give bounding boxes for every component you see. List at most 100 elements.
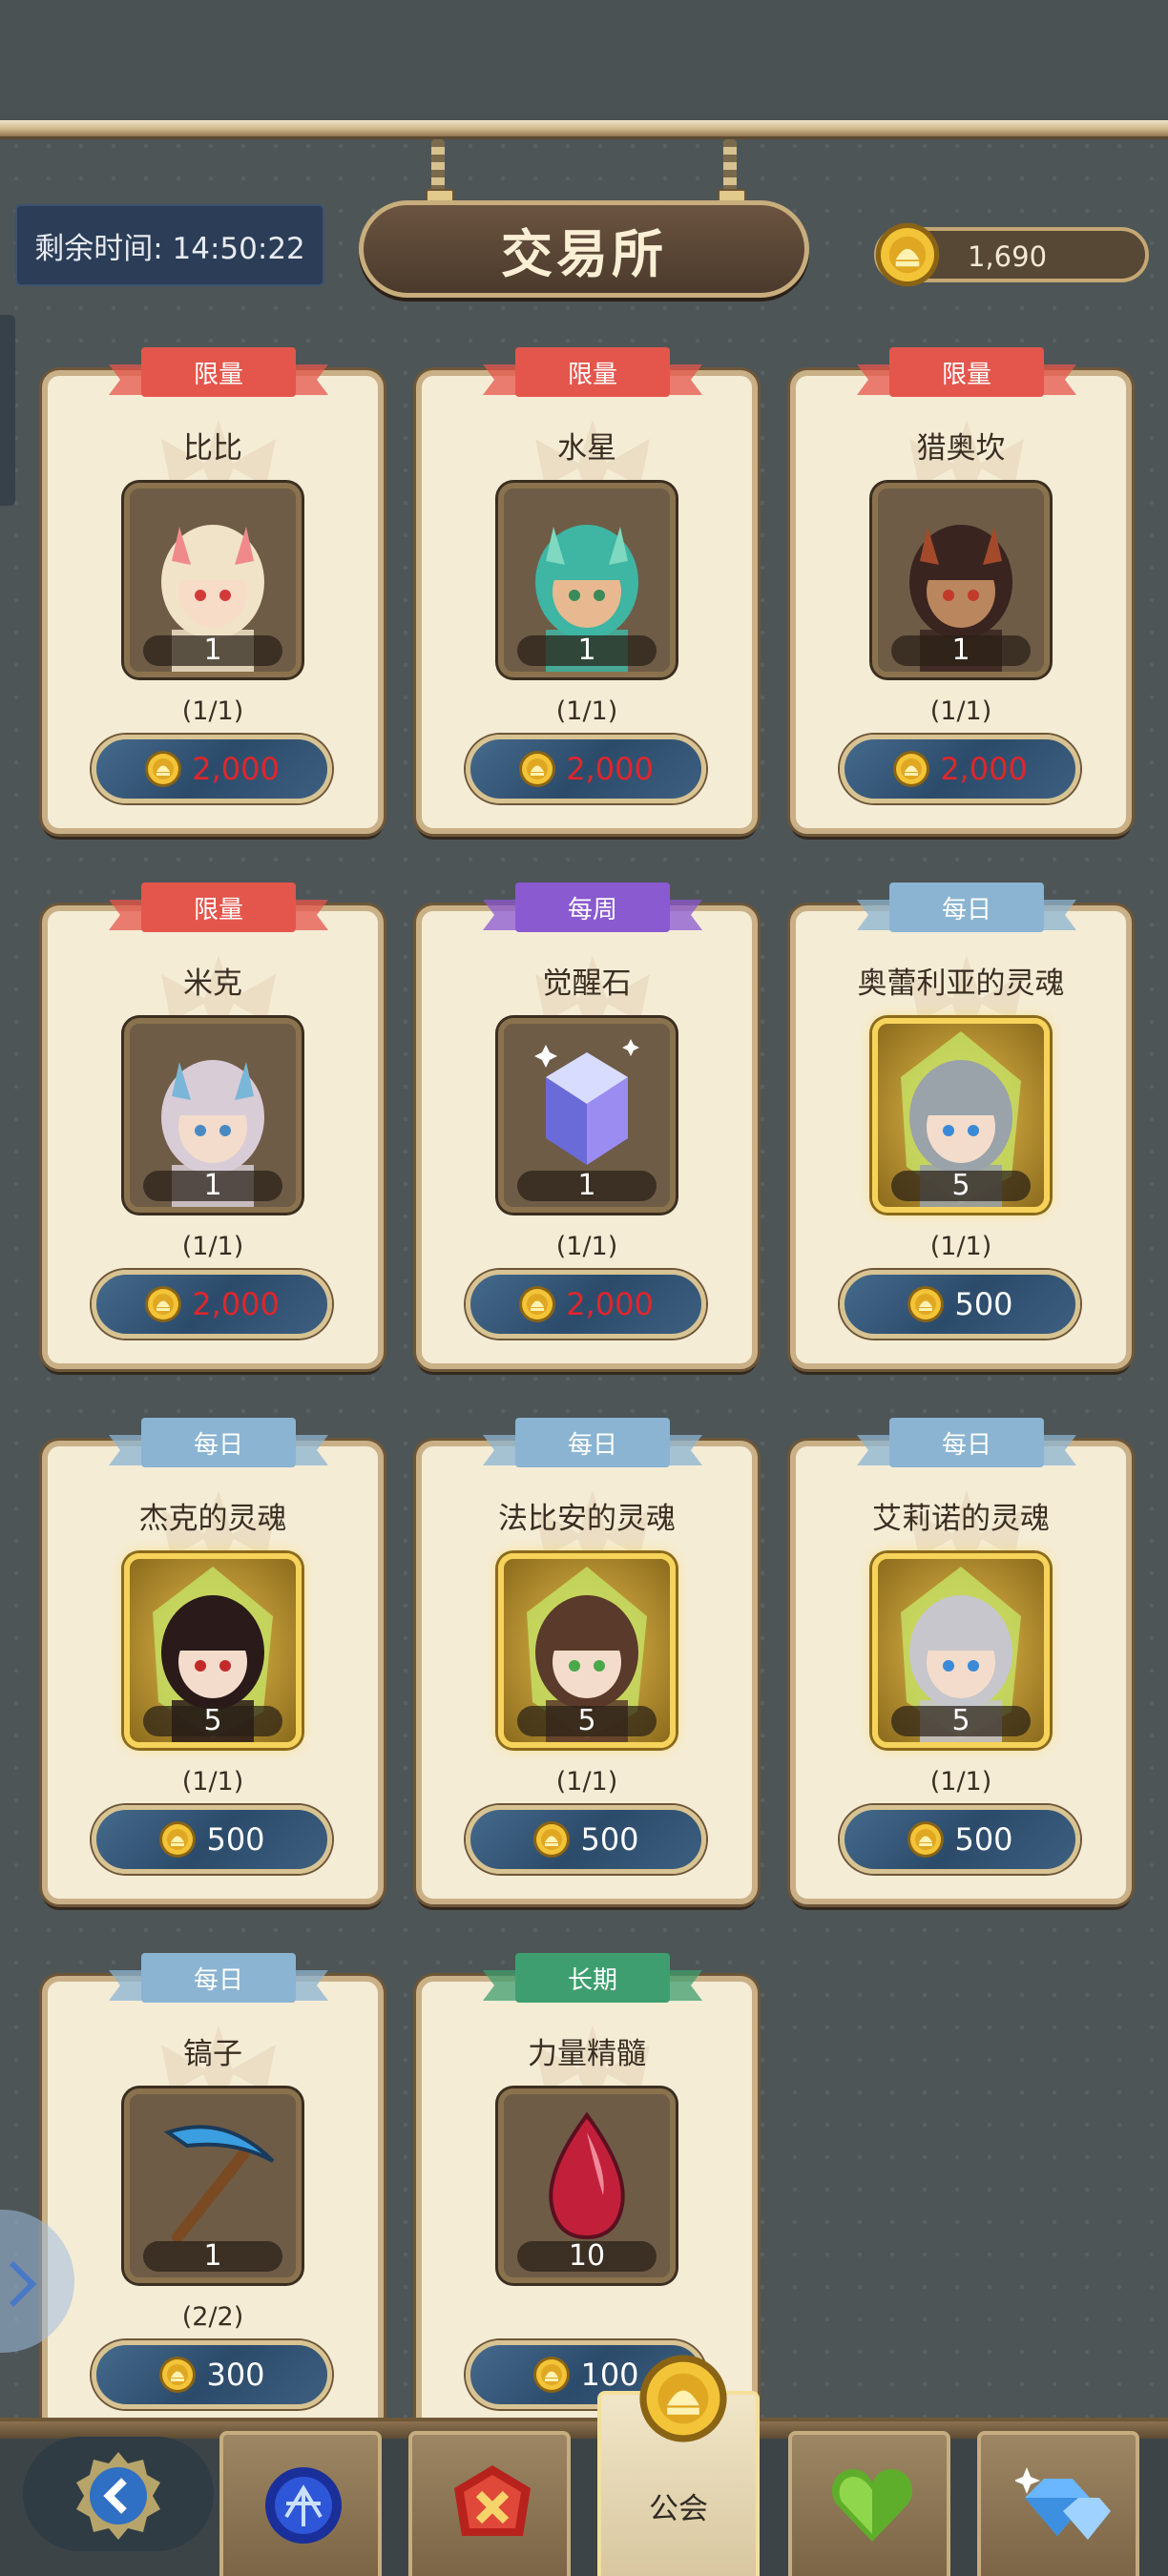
shop-item-card[interactable]: 每周 觉醒石 1 (1/1) 2,000 bbox=[416, 883, 758, 1369]
guild-coin-icon bbox=[519, 751, 556, 787]
item-quantity: 1 bbox=[517, 635, 657, 666]
shop-item-card[interactable]: 限量 米克 1 (1/1) 2,000 bbox=[42, 883, 384, 1369]
left-edge-tab bbox=[0, 315, 15, 506]
price-value: 2,000 bbox=[940, 751, 1028, 787]
price-value: 500 bbox=[206, 1821, 265, 1858]
item-tag-ribbon: 限量 bbox=[109, 347, 328, 401]
purchase-limit: (1/1) bbox=[929, 1232, 992, 1261]
buy-button[interactable]: 2,000 bbox=[92, 735, 332, 803]
guild-coin-icon bbox=[639, 2355, 727, 2442]
back-button[interactable] bbox=[23, 2437, 214, 2551]
nav-tab-guild[interactable]: 公会 bbox=[597, 2355, 760, 2576]
item-icon-frame[interactable]: 10 bbox=[498, 2088, 676, 2283]
sign-chain-right bbox=[718, 139, 746, 206]
item-icon-frame[interactable]: 5 bbox=[872, 1018, 1050, 1213]
item-tag: 限量 bbox=[515, 347, 670, 397]
item-tag: 每日 bbox=[515, 1418, 670, 1467]
buy-button[interactable]: 2,000 bbox=[92, 1270, 332, 1339]
guild-coin-icon bbox=[533, 1821, 571, 1858]
item-icon-frame[interactable]: 5 bbox=[872, 1553, 1050, 1748]
buy-button[interactable]: 2,000 bbox=[840, 735, 1080, 803]
item-quantity: 1 bbox=[891, 635, 1031, 666]
item-icon-frame[interactable]: 1 bbox=[124, 1018, 302, 1213]
guild-coin-icon bbox=[159, 2357, 197, 2393]
buy-button[interactable]: 2,000 bbox=[466, 735, 706, 803]
shop-item-card[interactable]: 每日 杰克的灵魂 5 (1/1) 500 bbox=[42, 1418, 384, 1904]
purchase-limit: (1/1) bbox=[929, 1767, 992, 1797]
nav-tab-guild-label: 公会 bbox=[649, 2492, 708, 2526]
guild-coin-icon bbox=[893, 751, 930, 787]
price-value: 2,000 bbox=[192, 751, 280, 787]
item-tag-ribbon: 每日 bbox=[857, 883, 1076, 936]
purchase-limit: (1/1) bbox=[555, 1232, 618, 1261]
item-icon-frame[interactable]: 5 bbox=[498, 1553, 676, 1748]
shop-item-card[interactable]: 每日 镐子 1 (2/2) 300 bbox=[42, 1953, 384, 2440]
item-name: 法比安的灵魂 bbox=[498, 1502, 676, 1536]
green-heart-icon bbox=[832, 2469, 912, 2542]
blue-orb-icon bbox=[265, 2467, 342, 2544]
item-icon-frame[interactable]: 1 bbox=[498, 483, 676, 677]
buy-button[interactable]: 500 bbox=[92, 1805, 332, 1874]
guild-coin-icon bbox=[907, 1821, 945, 1858]
item-icon-frame[interactable]: 5 bbox=[124, 1553, 302, 1748]
buy-button[interactable]: 300 bbox=[92, 2340, 332, 2409]
currency-amount: 1,690 bbox=[968, 240, 1048, 273]
item-name: 奥蕾利亚的灵魂 bbox=[857, 966, 1065, 1001]
hanging-shelf bbox=[0, 120, 1168, 139]
item-tag-ribbon: 每日 bbox=[109, 1953, 328, 2006]
item-quantity: 5 bbox=[891, 1171, 1031, 1201]
guild-coin-balance[interactable]: 1,690 bbox=[874, 222, 1149, 287]
red-cancel-icon bbox=[454, 2465, 531, 2536]
item-name: 杰克的灵魂 bbox=[138, 1502, 287, 1536]
shop-item-card[interactable]: 限量 猎奥坎 1 (1/1) 2,000 bbox=[790, 347, 1132, 834]
item-icon-frame[interactable]: 1 bbox=[872, 483, 1050, 677]
item-tag: 每日 bbox=[141, 1953, 296, 2003]
price-value: 2,000 bbox=[566, 751, 654, 787]
item-icon-frame[interactable]: 1 bbox=[498, 1018, 676, 1213]
item-icon-frame[interactable]: 1 bbox=[124, 483, 302, 677]
price-value: 500 bbox=[580, 1821, 639, 1858]
purchase-limit: (1/1) bbox=[929, 696, 992, 726]
item-name: 比比 bbox=[183, 431, 242, 466]
nav-tab-battle[interactable] bbox=[408, 2431, 571, 2576]
item-name: 艾莉诺的灵魂 bbox=[872, 1502, 1050, 1536]
guild-coin-icon bbox=[519, 1286, 556, 1322]
item-quantity: 5 bbox=[143, 1706, 282, 1736]
nav-tab-heart[interactable] bbox=[788, 2431, 950, 2576]
purchase-limit: (1/1) bbox=[181, 696, 244, 726]
item-tag-ribbon: 限量 bbox=[483, 347, 702, 401]
shop-item-card[interactable]: 每日艾莉诺的灵魂 5 (1/1) 500 bbox=[790, 1418, 1132, 1904]
shop-item-card[interactable]: 每日奥蕾利亚的灵魂 5 (1/1) 500 bbox=[790, 883, 1132, 1369]
item-tag: 限量 bbox=[141, 347, 296, 397]
item-quantity: 1 bbox=[143, 2241, 282, 2272]
buy-button[interactable]: 500 bbox=[840, 1270, 1080, 1339]
item-tag-ribbon: 每日 bbox=[857, 1418, 1076, 1471]
sign-chain-left bbox=[426, 139, 454, 206]
item-name: 水星 bbox=[557, 431, 616, 466]
item-tag-ribbon: 长期 bbox=[483, 1953, 702, 2006]
item-quantity: 1 bbox=[143, 1171, 282, 1201]
item-tag-ribbon: 每周 bbox=[483, 883, 702, 936]
item-tag-ribbon: 每日 bbox=[109, 1418, 328, 1471]
item-icon-frame[interactable]: 1 bbox=[124, 2088, 302, 2283]
price-value: 300 bbox=[206, 2357, 265, 2393]
purchase-limit: (1/1) bbox=[181, 1232, 244, 1261]
item-tag: 限量 bbox=[889, 347, 1044, 397]
item-name: 米克 bbox=[183, 966, 242, 1001]
purchase-limit: (1/1) bbox=[555, 1767, 618, 1797]
nav-tab-orb[interactable] bbox=[219, 2431, 382, 2576]
item-tag: 每周 bbox=[515, 883, 670, 932]
price-value: 2,000 bbox=[192, 1286, 280, 1322]
nav-tab-gems[interactable] bbox=[977, 2431, 1139, 2576]
buy-button[interactable]: 500 bbox=[466, 1805, 706, 1874]
price-value: 100 bbox=[580, 2357, 639, 2393]
item-tag: 长期 bbox=[515, 1953, 670, 2003]
buy-button[interactable]: 2,000 bbox=[466, 1270, 706, 1339]
buy-button[interactable]: 500 bbox=[840, 1805, 1080, 1874]
shop-item-card[interactable]: 限量 水星 1 (1/1) 2,000 bbox=[416, 347, 758, 834]
shop-item-card[interactable]: 每日法比安的灵魂 5 (1/1) 500 bbox=[416, 1418, 758, 1904]
item-quantity: 1 bbox=[517, 1171, 657, 1201]
guild-coin-icon bbox=[875, 222, 940, 287]
back-icon bbox=[76, 2452, 160, 2540]
shop-item-card[interactable]: 限量比比 1 (1/1) 2,000 bbox=[42, 347, 384, 834]
